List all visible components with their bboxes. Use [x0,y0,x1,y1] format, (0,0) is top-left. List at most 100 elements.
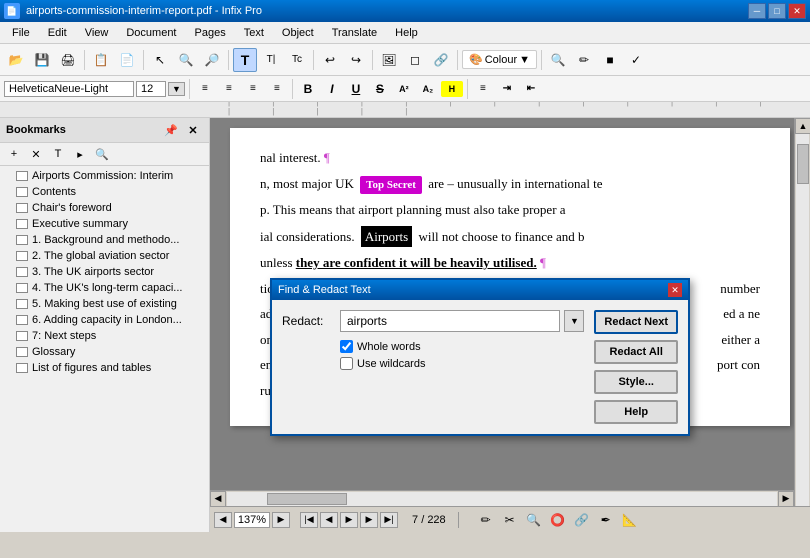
subscript-button[interactable]: A₂ [417,79,439,99]
menu-text[interactable]: Text [236,25,272,41]
image-tool[interactable]: 🖼 [377,48,401,72]
underline-button[interactable]: U [345,79,367,99]
indent-button[interactable]: ⇥ [496,79,518,99]
redo-button[interactable]: ↪ [344,48,368,72]
bookmarks-close-button[interactable]: ✕ [183,121,203,139]
scroll-up-button[interactable]: ▲ [795,118,810,134]
find-button[interactable]: 🔍 [546,48,570,72]
list-item[interactable]: List of figures and tables [0,360,209,376]
last-page-button[interactable]: ▶| [380,512,398,528]
minimize-button[interactable]: ─ [748,3,766,19]
style-button[interactable]: Style... [594,370,678,394]
dialog-close-button[interactable]: ✕ [668,283,682,297]
list-item[interactable]: 7: Next steps [0,328,209,344]
align-left-button[interactable]: ≡ [194,79,216,99]
strikethrough-button[interactable]: S [369,79,391,99]
bookmark-expand-button[interactable]: 🔍 [92,145,112,163]
zoom-in-tool[interactable]: 🔍 [174,48,198,72]
maximize-button[interactable]: □ [768,3,786,19]
menu-document[interactable]: Document [118,25,184,41]
list-item[interactable]: 6. Adding capacity in London... [0,312,209,328]
scroll-left-button[interactable]: ◀ [210,491,226,507]
link-tool[interactable]: 🔗 [429,48,453,72]
open-button[interactable]: 📂 [4,48,28,72]
copy-button[interactable]: 📋 [89,48,113,72]
help-button[interactable]: Help [594,400,678,424]
shape-tool[interactable]: ◻ [403,48,427,72]
redact-next-button[interactable]: Redact Next [594,310,678,334]
menu-file[interactable]: File [4,25,38,41]
close-button[interactable]: ✕ [788,3,806,19]
prev-page-button[interactable]: ◀ [320,512,338,528]
vertical-scrollbar[interactable]: ▲ ▼ [794,118,810,532]
menu-translate[interactable]: Translate [324,25,385,41]
highlight-button[interactable]: H [441,81,463,97]
font-size-input[interactable] [136,81,166,97]
zoom-out-button[interactable]: ◀ [214,512,232,528]
scroll-thumb[interactable] [797,144,809,184]
menu-pages[interactable]: Pages [187,25,234,41]
align-right-button[interactable]: ≡ [242,79,264,99]
list-item[interactable]: Chair's foreword [0,200,209,216]
menu-object[interactable]: Object [274,25,322,41]
font-size-dropdown[interactable]: ▼ [168,82,185,96]
next-page-button[interactable]: ▶ [360,512,378,528]
bookmark-delete-button[interactable]: ✕ [26,145,46,163]
status-tool-2[interactable]: ✂ [499,510,521,530]
replace-button[interactable]: ✏ [572,48,596,72]
h-scroll-thumb[interactable] [267,493,347,505]
text-frame-tool[interactable]: T| [259,48,283,72]
list-item[interactable]: Executive summary [0,216,209,232]
colour-button[interactable]: 🎨 Colour ▼ [462,50,537,69]
menu-view[interactable]: View [77,25,117,41]
redact-dropdown-button[interactable]: ▼ [564,310,584,332]
redact-button[interactable]: ■ [598,48,622,72]
redact-all-button[interactable]: Redact All [594,340,678,364]
status-tool-3[interactable]: 🔍 [523,510,545,530]
status-tool-1[interactable]: ✏ [475,510,497,530]
outdent-button[interactable]: ⇤ [520,79,542,99]
spell-button[interactable]: ✓ [624,48,648,72]
list-item[interactable]: 2. The global aviation sector [0,248,209,264]
zoom-in-button[interactable]: ▶ [272,512,290,528]
list-item[interactable]: Contents [0,184,209,200]
bookmark-collapse-button[interactable]: ▸ [70,145,90,163]
align-center-button[interactable]: ≡ [218,79,240,99]
bookmarks-pin-button[interactable]: 📌 [161,121,181,139]
whole-words-checkbox[interactable] [340,340,353,353]
status-tool-6[interactable]: ✒ [595,510,617,530]
list-item[interactable]: 5. Making best use of existing [0,296,209,312]
horizontal-scrollbar[interactable]: ◀ ▶ [210,490,794,506]
status-tool-4[interactable]: ⭕ [547,510,569,530]
list-item[interactable]: Airports Commission: Interim [0,168,209,184]
document-area[interactable]: nal interest. ¶ n, most major UK Top Sec… [210,118,810,532]
list-item[interactable]: 3. The UK airports sector [0,264,209,280]
redact-input[interactable] [340,310,560,332]
list-item[interactable]: Glossary [0,344,209,360]
h-scroll-track[interactable] [227,492,777,506]
play-button[interactable]: ▶ [340,512,358,528]
save-button[interactable]: 💾 [30,48,54,72]
menu-edit[interactable]: Edit [40,25,75,41]
cursor-tool[interactable]: ↖ [148,48,172,72]
scroll-right-button[interactable]: ▶ [778,491,794,507]
status-tool-5[interactable]: 🔗 [571,510,593,530]
paste-button[interactable]: 📄 [115,48,139,72]
superscript-button[interactable]: A² [393,79,415,99]
text-fit-tool[interactable]: Tc [285,48,309,72]
text-tool[interactable]: T [233,48,257,72]
scroll-track[interactable] [796,134,809,516]
status-tool-7[interactable]: 📐 [619,510,641,530]
list-item[interactable]: 1. Background and methodo... [0,232,209,248]
bookmark-add-button[interactable]: + [4,145,24,163]
use-wildcards-checkbox[interactable] [340,357,353,370]
font-name-input[interactable] [4,81,134,97]
bookmark-rename-button[interactable]: T [48,145,68,163]
undo-button[interactable]: ↩ [318,48,342,72]
zoom-out-tool[interactable]: 🔎 [200,48,224,72]
list-item[interactable]: 4. The UK's long-term capaci... [0,280,209,296]
print-button[interactable]: 🖨 [56,48,80,72]
list-button[interactable]: ≡ [472,79,494,99]
italic-button[interactable]: I [321,79,343,99]
align-justify-button[interactable]: ≡ [266,79,288,99]
